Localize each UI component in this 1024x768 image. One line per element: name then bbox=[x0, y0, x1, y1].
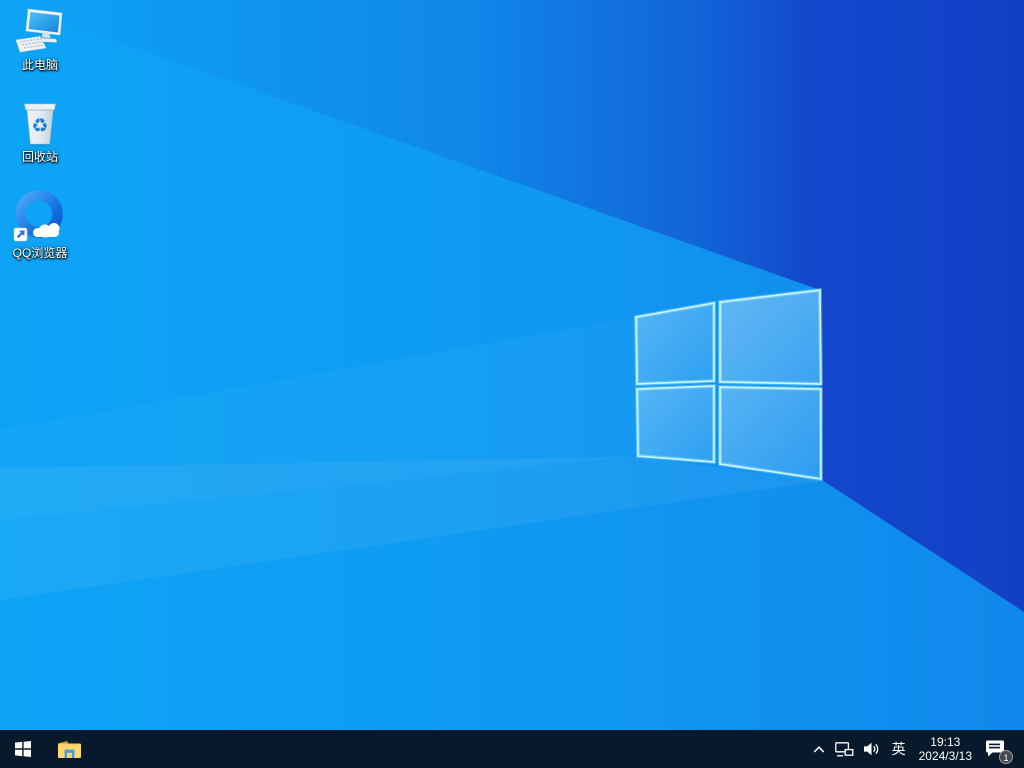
desktop-icon-label: 此电脑 bbox=[22, 58, 58, 72]
desktop: 此电脑 ♻ 回收站 bbox=[0, 0, 1024, 730]
ethernet-network-icon bbox=[835, 742, 854, 757]
input-method-indicator[interactable]: 英 bbox=[885, 730, 913, 768]
desktop-icon-recycle-bin[interactable]: ♻ 回收站 bbox=[2, 100, 78, 164]
network-status-button[interactable] bbox=[830, 730, 859, 768]
clock[interactable]: 19:13 2024/3/13 bbox=[913, 730, 978, 768]
clock-date: 2024/3/13 bbox=[919, 749, 972, 763]
recycle-bin-icon: ♻ bbox=[18, 100, 62, 148]
taskbar: 英 19:13 2024/3/13 1 bbox=[0, 730, 1024, 768]
speaker-icon bbox=[864, 742, 880, 756]
system-tray: 英 19:13 2024/3/13 1 bbox=[808, 730, 1024, 768]
volume-button[interactable] bbox=[859, 730, 885, 768]
recycle-symbol: ♻ bbox=[31, 116, 48, 137]
shortcut-arrow-overlay bbox=[14, 228, 27, 241]
tray-chevron-up-button[interactable] bbox=[808, 730, 830, 768]
chevron-up-icon bbox=[813, 745, 825, 754]
file-explorer-icon bbox=[57, 738, 82, 760]
file-explorer-button[interactable] bbox=[46, 730, 92, 768]
clock-time: 19:13 bbox=[930, 735, 960, 749]
desktop-icon-this-pc[interactable]: 此电脑 bbox=[2, 8, 78, 72]
desktop-icon-label: 回收站 bbox=[22, 150, 58, 164]
notification-badge: 1 bbox=[999, 750, 1013, 764]
desktop-icon-label: QQ浏览器 bbox=[13, 246, 68, 260]
qq-browser-icon bbox=[12, 190, 68, 244]
start-button[interactable] bbox=[0, 730, 46, 768]
windows-start-icon bbox=[15, 741, 31, 757]
action-center-button[interactable]: 1 bbox=[978, 730, 1014, 768]
this-pc-icon bbox=[15, 8, 65, 56]
desktop-icon-qq-browser[interactable]: QQ浏览器 bbox=[2, 190, 78, 260]
wallpaper-windows-logo bbox=[0, 0, 1024, 730]
